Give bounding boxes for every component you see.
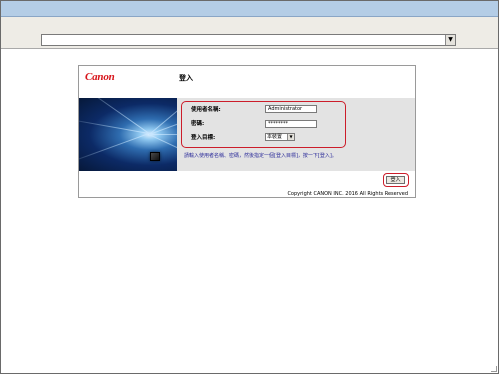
page-title: 登入 [179,74,193,82]
chevron-down-icon[interactable]: ▼ [287,134,294,140]
address-bar[interactable]: ▼ [41,34,456,46]
address-dropdown-icon[interactable]: ▼ [445,35,455,45]
destination-label: 登入目標: [191,135,216,141]
login-button[interactable]: 登入 [386,176,405,184]
login-hint: 請輸入使用者名稱、密碼，然後指定一個[登入目標]，按一下[登入]。 [184,153,337,159]
form-highlight: 使用者名稱: Administrator 密碼: ******** 登入目標: … [181,101,346,148]
browser-toolbar: ▼ [1,17,498,49]
destination-value: 本裝置 [267,134,283,140]
login-form: 使用者名稱: Administrator 密碼: ******** 登入目標: … [177,98,415,171]
login-panel: Canon 登入 使用者名稱: Administrator 密碼: ******… [78,65,416,198]
browser-window: ▼ Canon 登入 使用者名稱: Administrator 密碼: ****… [0,0,499,374]
copyright-text: Copyright CANON INC. 2016 All Rights Res… [287,191,408,197]
username-input[interactable]: Administrator [265,105,317,113]
page-content: Canon 登入 使用者名稱: Administrator 密碼: ******… [1,50,498,373]
device-cube-icon [150,152,160,161]
destination-select[interactable]: 本裝置 ▼ [265,133,295,141]
resize-grip-icon[interactable] [491,366,497,372]
password-input[interactable]: ******** [265,120,317,128]
canon-logo: Canon [85,71,115,83]
password-label: 密碼: [191,121,205,127]
username-label: 使用者名稱: [191,107,221,113]
banner-image [79,98,177,171]
login-button-highlight: 登入 [383,173,409,187]
window-titlebar [1,1,498,17]
